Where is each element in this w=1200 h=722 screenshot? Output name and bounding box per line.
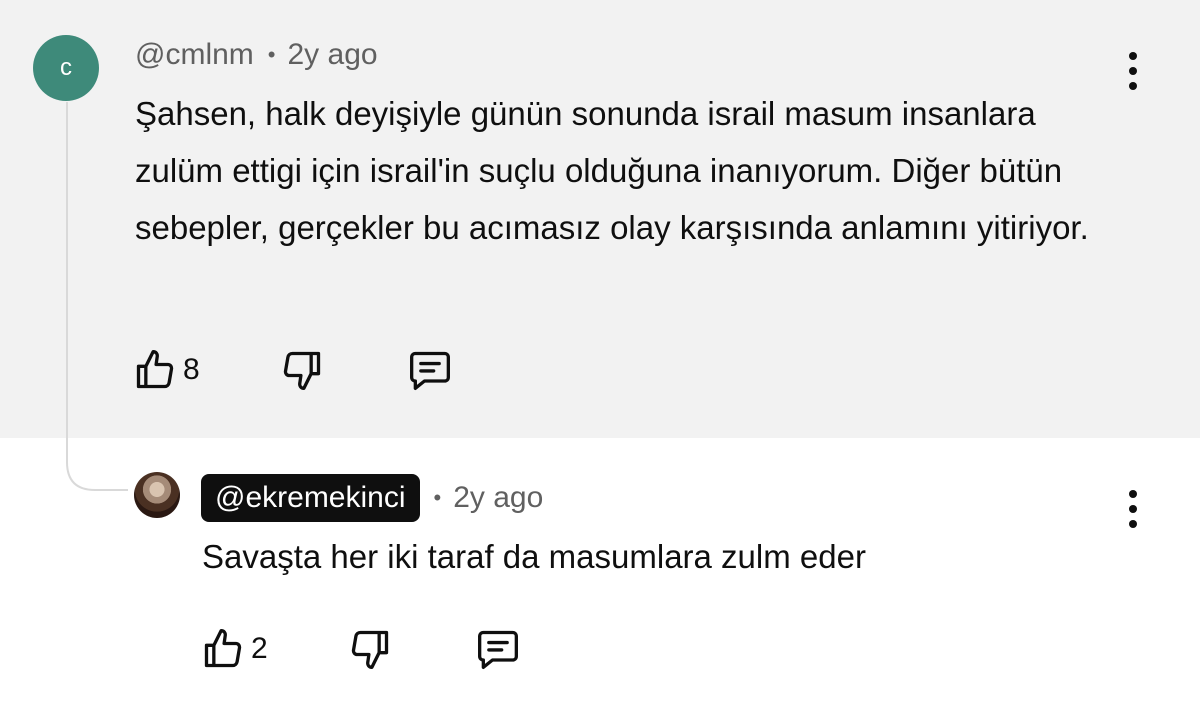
thumbs-down-icon [351, 630, 388, 669]
reply-time[interactable]: 2y ago [453, 481, 543, 515]
comment-author[interactable]: @cmlnm [135, 38, 254, 72]
more-vertical-icon [1129, 52, 1137, 60]
like-button[interactable]: 8 [133, 348, 200, 392]
reply-actions: 2 [201, 627, 522, 671]
reply-more-options-button[interactable] [1123, 490, 1143, 528]
reply-meta: @ekremekinci • 2y ago [201, 474, 543, 522]
dislike-button[interactable] [280, 348, 324, 392]
reply-text: Savaşta her iki taraf da masumlara zulm … [202, 538, 866, 575]
like-count: 2 [251, 632, 268, 665]
avatar-letter: c [60, 54, 72, 81]
like-count: 8 [183, 353, 200, 386]
dislike-button[interactable] [348, 627, 392, 671]
like-button[interactable]: 2 [201, 627, 268, 671]
comment-actions: 8 [133, 348, 454, 392]
meta-separator: • [433, 485, 442, 510]
comment-text: Şahsen, halk deyişiyle günün sonunda isr… [135, 95, 1089, 246]
thumbs-down-icon [283, 351, 320, 390]
reply-author-badge[interactable]: @ekremekinci [201, 474, 420, 522]
more-options-button[interactable] [1123, 52, 1143, 90]
avatar[interactable]: c [33, 35, 99, 101]
reply-button[interactable] [474, 627, 522, 671]
meta-separator: • [267, 42, 276, 67]
thumbs-up-icon [204, 629, 242, 668]
comment-icon [477, 630, 518, 669]
comment-time[interactable]: 2y ago [288, 38, 378, 72]
more-vertical-icon [1129, 490, 1137, 498]
reply-button[interactable] [406, 348, 454, 392]
thumbs-up-icon [136, 350, 174, 389]
reply-avatar[interactable] [134, 472, 180, 518]
comment-icon [409, 351, 450, 390]
comment-meta: @cmlnm • 2y ago [135, 38, 378, 72]
